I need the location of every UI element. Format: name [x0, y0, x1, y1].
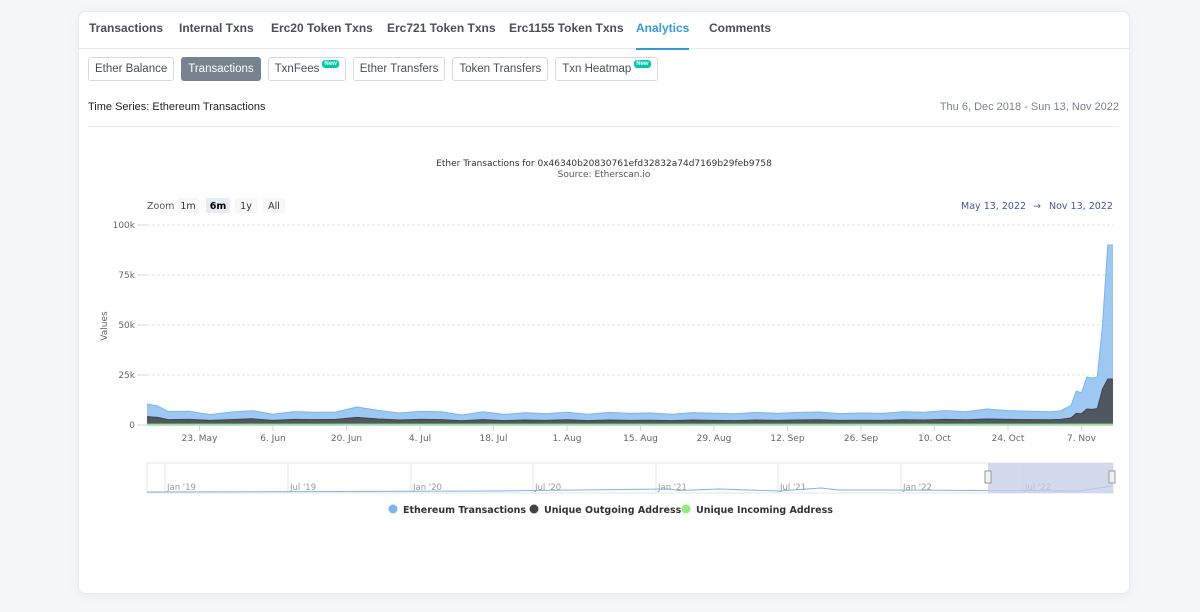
subtab-label: Transactions: [188, 63, 254, 75]
x-tick-label: 7. Nov: [1067, 434, 1097, 444]
navigator-handle-left[interactable]: [984, 470, 992, 484]
subtab-txnfees[interactable]: TxnFees New: [267, 57, 346, 81]
legend-label: Unique Outgoing Address: [544, 505, 682, 516]
x-tick-label: 1. Aug: [552, 434, 581, 444]
zoom-button-label: 1y: [240, 201, 252, 212]
subtab-ether-balance[interactable]: Ether Balance: [88, 57, 175, 81]
handle-grip: [1108, 470, 1116, 484]
navigator-tick-label: Jan '22: [902, 483, 932, 493]
tab-label: Erc721 Token Txns: [387, 21, 496, 35]
zoom-label: Zoom: [147, 201, 174, 212]
tab-label: Transactions: [89, 21, 164, 35]
subtab-label: Txn Heatmap: [562, 63, 632, 75]
tab-label: Internal Txns: [179, 21, 254, 35]
chart-title: Ether Transactions for 0x46340b20830761e…: [436, 159, 772, 169]
tab-label: Analytics: [636, 21, 690, 35]
section-title: Time Series: Ethereum Transactions: [88, 101, 266, 113]
handle-grip: [984, 470, 992, 484]
subtab-transactions[interactable]: Transactions: [181, 57, 261, 81]
series-ethereum-transactions-line: [146, 244, 1113, 416]
zoom-controls: Zoom 1m 6m 1y All: [147, 198, 285, 213]
zoom-button-1y[interactable]: 1y: [235, 198, 257, 213]
y-tick-label: 0: [129, 421, 135, 431]
x-tick-label: 12. Sep: [770, 434, 804, 444]
plot-area: [146, 244, 1113, 426]
zoom-button-label: 6m: [210, 201, 227, 212]
tab-erc721-token-txns[interactable]: Erc721 Token Txns: [387, 12, 496, 49]
legend-item-unique-outgoing[interactable]: Unique Outgoing Address: [529, 504, 682, 517]
legend-item-unique-incoming[interactable]: Unique Incoming Address: [681, 504, 834, 517]
navigator[interactable]: Jan '19 Jul '19 Jan '20 Jul '20 Jan '21 Jul '…: [146, 462, 1116, 494]
navigator-tick-label: Jul '20: [534, 483, 561, 493]
navigator-tick-label: Jul '21: [779, 483, 806, 493]
navigator-selection[interactable]: [988, 463, 1113, 493]
subtab-txn-heatmap[interactable]: Txn Heatmap New: [555, 57, 658, 81]
zoom-button-all[interactable]: All: [263, 198, 285, 213]
legend-label: Unique Incoming Address: [696, 505, 833, 516]
tab-label: Erc20 Token Txns: [271, 21, 373, 35]
y-axis: 0 25k 50k 75k 100k: [113, 221, 1113, 431]
subtab-label: Ether Balance: [95, 63, 168, 75]
legend-label: Ethereum Transactions: [403, 505, 526, 516]
tab-internal-txns[interactable]: Internal Txns: [179, 12, 254, 49]
tab-label: Comments: [709, 21, 772, 35]
new-badge: New: [322, 60, 339, 68]
x-tick-label: 26. Sep: [844, 434, 878, 444]
subtab-label: Token Transfers: [459, 63, 542, 75]
subtab-label: TxnFees: [274, 63, 320, 75]
divider: [88, 126, 1119, 127]
x-axis: 23. May 6. Jun 20. Jun 4. Jul 18. Jul 1. Aug 1…: [147, 425, 1113, 444]
y-tick-label: 75k: [118, 271, 135, 281]
tab-transactions[interactable]: Transactions: [89, 12, 163, 49]
subtab-ether-transfers[interactable]: Ether Transfers: [352, 57, 446, 81]
x-tick-label: 6. Jun: [260, 434, 286, 444]
navigator-tick-label: Jan '21: [657, 483, 687, 493]
range-arrow: →: [1033, 201, 1041, 212]
subtab-label: Ether Transfers: [359, 63, 439, 75]
zoom-button-label: All: [268, 201, 280, 212]
navigator-handle-right[interactable]: [1108, 470, 1116, 484]
legend-item-ethereum-transactions[interactable]: Ethereum Transactions: [388, 504, 527, 517]
legend-marker: [529, 504, 539, 514]
x-tick-label: 10. Oct: [918, 434, 951, 444]
x-tick-label: 18. Jul: [479, 434, 507, 444]
range-from[interactable]: May 13, 2022: [961, 201, 1026, 212]
x-tick-label: 15. Aug: [623, 434, 658, 444]
transactions-chart: Ether Transactions for 0x46340b20830761e…: [100, 159, 1116, 517]
zoom-button-label: 1m: [180, 201, 195, 212]
y-tick-label: 25k: [118, 371, 135, 381]
new-badge: New: [634, 60, 651, 68]
zoom-button-1m[interactable]: 1m: [177, 198, 199, 213]
series-ethereum-transactions-area: [147, 245, 1113, 425]
x-tick-label: 24. Oct: [992, 434, 1025, 444]
tab-comments[interactable]: Comments: [709, 12, 771, 49]
tab-bar: Transactions Internal Txns Erc20 Token Txn…: [79, 12, 1129, 50]
range-to[interactable]: Nov 13, 2022: [1049, 201, 1113, 212]
subtab-token-transfers[interactable]: Token Transfers: [452, 57, 549, 81]
tab-label: Erc1155 Token Txns: [509, 21, 624, 35]
date-range: Thu 6, Dec 2018 - Sun 13, Nov 2022: [939, 101, 1119, 113]
analytics-card: Transactions Internal Txns Erc20 Token Txn…: [78, 11, 1130, 594]
y-tick-label: 50k: [118, 321, 135, 331]
x-tick-label: 20. Jun: [331, 434, 362, 444]
legend-marker: [388, 504, 398, 514]
legend-marker: [681, 504, 691, 514]
tab-erc20-token-txns[interactable]: Erc20 Token Txns: [271, 12, 373, 49]
range-display: May 13, 2022 → Nov 13, 2022: [961, 201, 1113, 212]
tab-analytics[interactable]: Analytics: [636, 12, 690, 50]
analytics-subtabs: Ether Balance Transactions TxnFees New Ether…: [88, 57, 658, 81]
tab-erc1155-token-txns[interactable]: Erc1155 Token Txns: [509, 12, 624, 49]
chart-subtitle: Source: Etherscan.io: [558, 170, 651, 180]
y-tick-label: 100k: [113, 221, 136, 231]
x-tick-label: 23. May: [182, 434, 218, 444]
x-tick-label: 4. Jul: [409, 434, 431, 444]
x-tick-label: 29. Aug: [697, 434, 732, 444]
zoom-button-6m[interactable]: 6m: [206, 198, 230, 213]
legend: Ethereum Transactions Unique Outgoing Add…: [388, 504, 834, 517]
y-axis-label: Values: [100, 311, 110, 341]
